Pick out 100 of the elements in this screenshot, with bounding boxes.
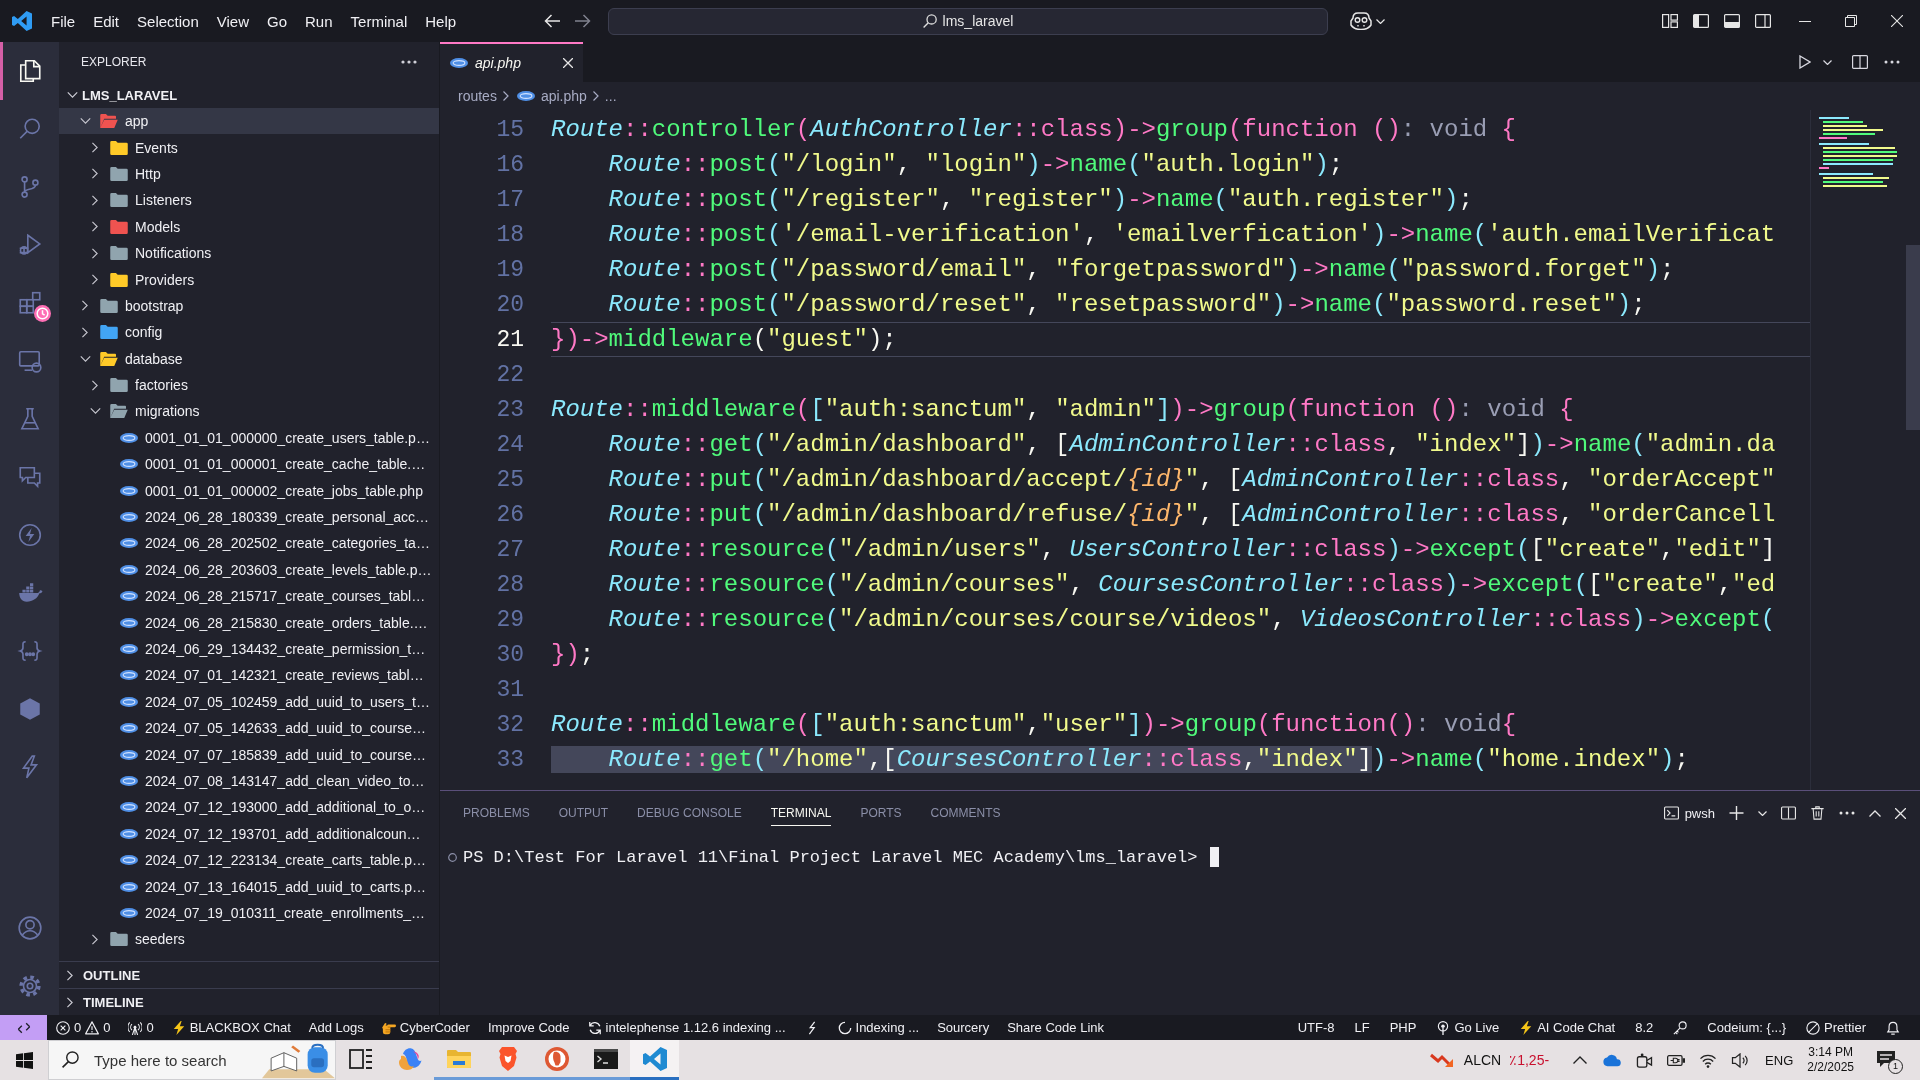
speaker-icon[interactable] [1731,1052,1750,1068]
cloud-icon[interactable] [1603,1052,1622,1068]
tree-item[interactable]: seeders [59,926,439,953]
tree-item[interactable]: 2024_06_28_180339_create_personal_acc… [59,503,439,531]
split-icon[interactable] [1781,806,1796,820]
status-item[interactable]: BLACKBOX Chat [162,1015,300,1040]
play-icon[interactable] [1799,55,1811,69]
status-item[interactable]: 8.2 [1625,1015,1664,1040]
tree-item[interactable]: Providers [59,266,439,293]
tree-item[interactable]: factories [59,371,439,399]
copilot-icon[interactable] [1350,12,1372,30]
tree-item[interactable]: 0001_01_01_000000_create_users_table.p… [59,424,439,452]
camera-icon[interactable] [1635,1052,1654,1068]
close-icon[interactable] [1895,807,1906,819]
status-item[interactable]: LF [1344,1015,1380,1040]
tree-item[interactable]: 2024_07_05_102459_add_uuid_to_users_t… [59,688,439,715]
menu-item[interactable]: Run [296,8,342,34]
editor-tab[interactable]: api.php [440,42,583,82]
vscode-logo-icon[interactable] [12,11,32,31]
chevron-up-icon[interactable] [1573,1056,1588,1064]
tree-item[interactable]: 0001_01_01_000001_create_cache_table.… [59,451,439,478]
panel-tab[interactable]: OUTPUT [558,800,609,826]
tree-item[interactable]: 2024_06_29_134432_create_permission_t… [59,635,439,663]
more-icon[interactable] [401,60,417,64]
menu-item[interactable]: Edit [84,8,129,34]
customize-layout-icon[interactable] [1662,14,1678,28]
more-icon[interactable] [1839,811,1855,815]
arrow-left-icon[interactable] [544,14,560,28]
tree-item[interactable]: 2024_07_12_193000_add_additional_to_o… [59,794,439,821]
terminal-profile-button[interactable]: pwsh [1663,805,1715,821]
menu-item[interactable]: Selection [128,8,208,34]
menu-item[interactable]: Terminal [341,8,417,34]
tree-item[interactable]: Events [59,134,439,161]
status-item[interactable]: Share Code Link [998,1015,1113,1040]
tree-item[interactable]: Listeners [59,187,439,214]
menu-item[interactable]: Help [416,8,466,34]
problems-status[interactable]: 0 0 [47,1015,120,1040]
status-item[interactable]: PHP [1379,1015,1427,1040]
menu-item[interactable]: File [42,8,85,34]
tree-item[interactable]: 2024_06_28_203603_create_levels_table.p… [59,556,439,584]
sidebar-left-icon[interactable] [1693,14,1709,28]
tree-item[interactable]: 2024_06_28_215717_create_courses_tabl… [59,583,439,610]
plus-icon[interactable] [1729,806,1744,820]
tree-item[interactable]: 2024_07_12_223134_create_carts_table.p… [59,846,439,874]
breadcrumb-item[interactable]: routes [458,88,497,104]
status-item[interactable]: Improve Code [478,1015,579,1040]
caret-down-icon[interactable] [1823,59,1832,65]
section-header[interactable]: LMS_LARAVEL [59,82,439,108]
tree-item[interactable]: database [59,345,439,372]
tree-item[interactable]: migrations [59,398,439,425]
menu-item[interactable]: View [207,8,258,34]
clock-time[interactable]: 3:14 PM [1808,1045,1853,1060]
tree-item[interactable]: 0001_01_01_000002_create_jobs_table.php [59,477,439,504]
sidebar-right-icon[interactable] [1755,14,1771,28]
status-item[interactable]: Indexing ... [828,1015,929,1040]
tree-item[interactable]: 2024_07_01_142321_create_reviews_tabl… [59,662,439,689]
tree-item[interactable]: bootstrap [59,292,439,320]
tree-item[interactable]: Models [59,213,439,240]
tree-item[interactable]: 2024_07_05_142633_add_uuid_to_course… [59,715,439,742]
panel-bottom-icon[interactable] [1724,14,1740,28]
trash-icon[interactable] [1810,806,1825,820]
bell-icon[interactable] [1886,1020,1900,1035]
breadcrumb-item[interactable]: api.php [514,88,587,104]
tree-item[interactable]: 2024_07_13_164015_add_uuid_to_carts.p… [59,873,439,900]
battery-icon[interactable] [1667,1052,1686,1068]
status-item[interactable]: Add Logs [299,1015,373,1040]
panel-tab[interactable]: COMMENTS [930,800,1001,826]
tree-item[interactable]: Notifications [59,239,439,267]
tree-item[interactable]: 2024_07_08_143147_add_clean_video_to… [59,767,439,795]
status-item[interactable]: Go Live [1426,1015,1510,1040]
status-item[interactable]: Sourcery [928,1015,999,1040]
scrollbar-thumb[interactable] [1906,245,1920,430]
close-icon[interactable] [563,58,573,68]
clock-date[interactable]: 2/2/2025 [1807,1060,1854,1075]
tree-item[interactable]: Http [59,160,439,188]
status-item[interactable]: Codeium: {...} [1697,1015,1797,1040]
status-item[interactable]: AI Code Chat [1509,1015,1626,1040]
status-item[interactable]: CyberCoder [372,1015,479,1040]
minimap[interactable] [1817,116,1897,188]
tree-item[interactable]: app [59,108,439,135]
tree-item[interactable]: 2024_07_07_185839_add_uuid_to_course… [59,741,439,768]
tree-item[interactable]: 2024_06_28_202502_create_categories_ta… [59,530,439,557]
more-icon[interactable] [1884,60,1900,64]
tree-item[interactable]: 2024_07_19_010311_create_enrollments_… [59,899,439,927]
split-editor-icon[interactable] [1852,55,1868,69]
trend-down-icon[interactable] [1429,1052,1454,1068]
panel-tab[interactable]: PROBLEMS [463,800,530,826]
section-header[interactable]: OUTLINE [59,961,439,988]
command-center-search[interactable]: lms_laravel [608,7,1328,35]
tree-item[interactable]: config [59,319,439,346]
tree-item[interactable]: 2024_07_12_193701_add_additionalcoun… [59,820,439,847]
caret-down-icon[interactable] [1376,18,1385,24]
caret-down-icon[interactable] [1758,810,1767,816]
panel-tab[interactable]: PORTS [860,800,902,826]
key-icon[interactable] [1673,1020,1688,1035]
status-item[interactable]: intelephense 1.12.6 indexing ... [578,1015,795,1040]
status-item[interactable]: UTF-8 [1287,1015,1345,1040]
language-indicator[interactable]: ENG [1765,1052,1794,1068]
breadcrumb-item[interactable]: ... [604,88,617,104]
status-item[interactable]: Prettier [1796,1015,1876,1040]
